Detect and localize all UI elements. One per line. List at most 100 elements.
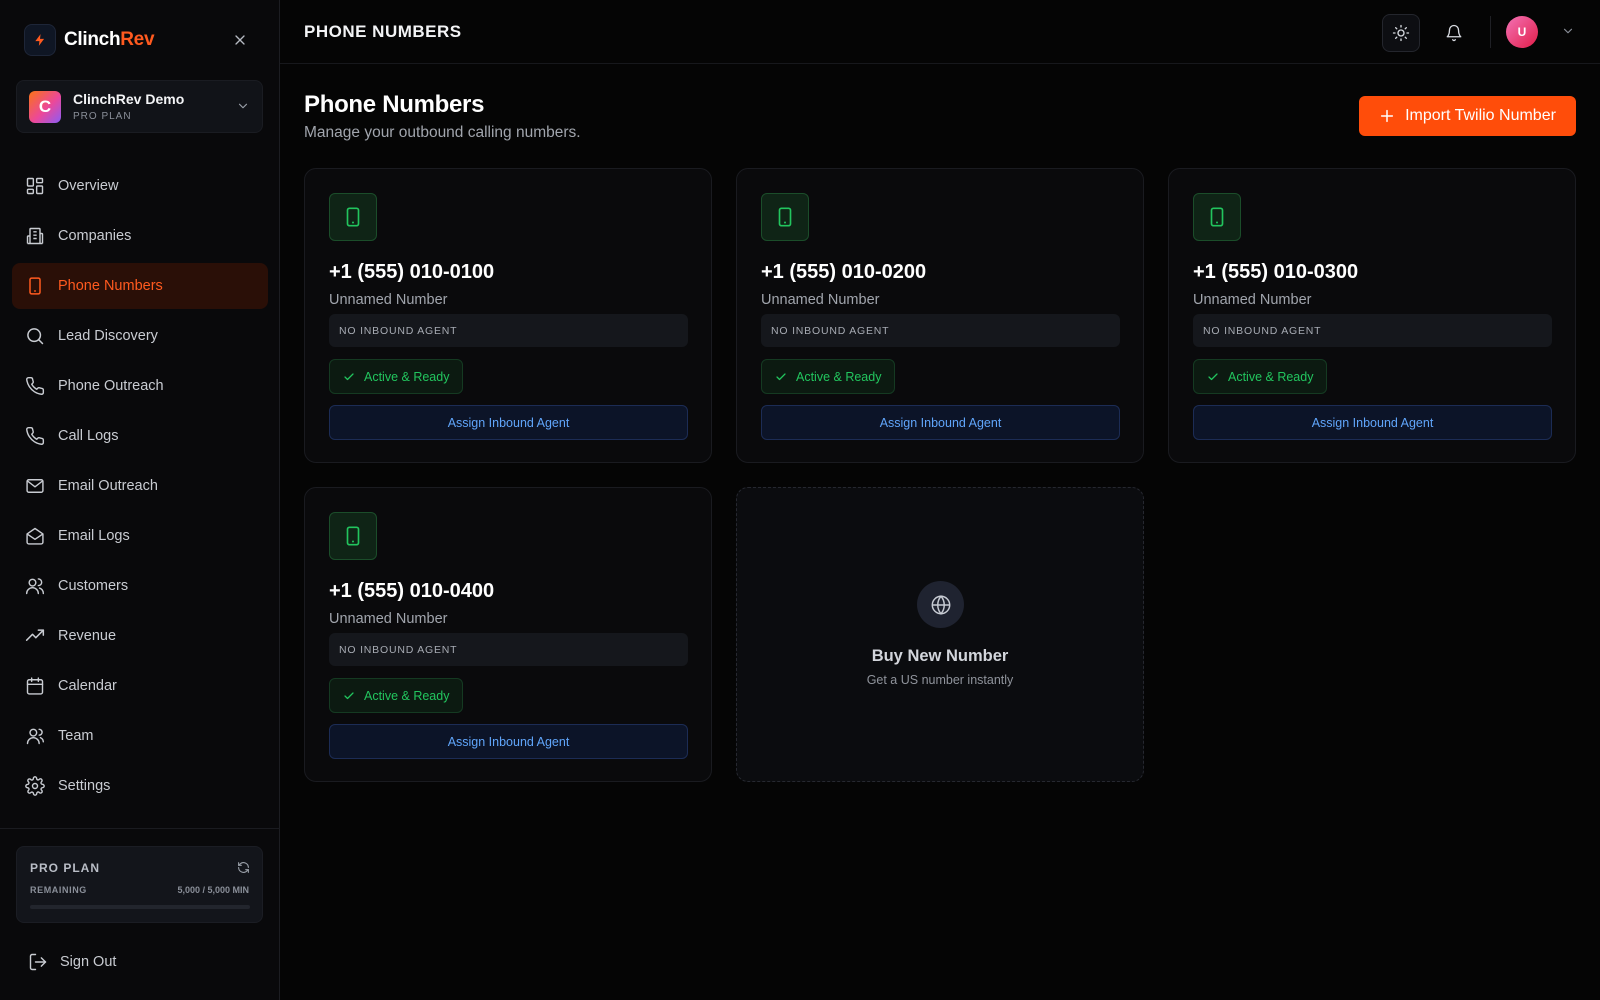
- sidebar-item-label: Settings: [58, 778, 111, 794]
- buy-new-number-title: Buy New Number: [871, 647, 1009, 665]
- sidebar-item-call-logs[interactable]: Call Logs: [12, 413, 268, 459]
- inbound-agent-status: NO INBOUND AGENT: [329, 314, 688, 347]
- sidebar-item-label: Team: [58, 728, 94, 744]
- phone-number-card: +1 (555) 010-0300 Unnamed Number NO INBO…: [1168, 168, 1576, 463]
- sign-out-button[interactable]: Sign Out: [16, 944, 216, 980]
- check-icon: [1207, 371, 1219, 383]
- sidebar-item-label: Phone Numbers: [58, 278, 163, 294]
- page-title: Phone Numbers: [304, 91, 485, 118]
- phone-number-name: Unnamed Number: [1193, 292, 1312, 308]
- sidebar-item-email-outreach[interactable]: Email Outreach: [12, 463, 268, 509]
- sidebar-item-label: Phone Outreach: [58, 378, 164, 394]
- sidebar-item-label: Revenue: [58, 628, 117, 644]
- smartphone-icon: [24, 275, 46, 297]
- globe-icon: [917, 581, 964, 628]
- brand[interactable]: ClinchRev: [24, 24, 155, 56]
- brand-name-part1: Clinch: [64, 29, 121, 50]
- phone-icon: [24, 425, 46, 447]
- sidebar-item-label: Overview: [58, 178, 119, 194]
- header-title: PHONE NUMBERS: [304, 22, 462, 41]
- mail-open-icon: [24, 525, 46, 547]
- status-label: Active & Ready: [796, 369, 882, 384]
- calendar-icon: [24, 675, 46, 697]
- phone-number: +1 (555) 010-0300: [1193, 261, 1359, 283]
- sidebar-item-lead-discovery[interactable]: Lead Discovery: [12, 313, 268, 359]
- search-icon: [24, 325, 46, 347]
- notifications-button[interactable]: [1435, 14, 1473, 52]
- check-icon: [775, 371, 787, 383]
- workspace-avatar: C: [29, 90, 61, 123]
- sidebar-item-calendar[interactable]: Calendar: [12, 663, 268, 709]
- sidebar-item-settings[interactable]: Settings: [12, 763, 268, 809]
- buy-new-number-subtitle: Get a US number instantly: [866, 673, 1014, 687]
- trending-up-icon: [24, 625, 46, 647]
- top-header: PHONE NUMBERS U: [280, 0, 1600, 64]
- close-icon[interactable]: [228, 28, 252, 52]
- sidebar-item-label: Lead Discovery: [58, 328, 158, 344]
- inbound-agent-status: NO INBOUND AGENT: [1193, 314, 1552, 347]
- smartphone-icon: [761, 193, 809, 241]
- status-badge: Active & Ready: [329, 359, 464, 394]
- assign-inbound-agent-button[interactable]: Assign Inbound Agent: [761, 405, 1120, 440]
- phone-number: +1 (555) 010-0400: [329, 580, 495, 602]
- bell-icon: [1445, 24, 1463, 42]
- page-subtitle: Manage your outbound calling numbers.: [304, 124, 581, 141]
- sidebar-item-phone-outreach[interactable]: Phone Outreach: [12, 363, 268, 409]
- sidebar-item-label: Companies: [58, 228, 132, 244]
- sidebar-item-phone-numbers[interactable]: Phone Numbers: [12, 263, 268, 309]
- sidebar-item-overview[interactable]: Overview: [12, 163, 268, 209]
- plan-usage-value: 5,000 / 5,000 MIN: [177, 885, 249, 895]
- status-label: Active & Ready: [364, 369, 450, 384]
- chevron-down-icon[interactable]: [1561, 24, 1575, 38]
- users-icon: [24, 575, 46, 597]
- assign-inbound-agent-button[interactable]: Assign Inbound Agent: [329, 405, 688, 440]
- inbound-agent-status: NO INBOUND AGENT: [329, 633, 688, 666]
- brand-name-part2: Rev: [120, 29, 155, 50]
- team-icon: [24, 725, 46, 747]
- status-badge: Active & Ready: [329, 678, 464, 713]
- assign-inbound-agent-button[interactable]: Assign Inbound Agent: [329, 724, 688, 759]
- user-avatar[interactable]: U: [1506, 16, 1538, 48]
- phone-number-card: +1 (555) 010-0400 Unnamed Number NO INBO…: [304, 487, 712, 782]
- workspace-plan: PRO PLAN: [73, 111, 132, 122]
- workspace-switcher[interactable]: C ClinchRev Demo PRO PLAN: [16, 80, 263, 133]
- sidebar-item-team[interactable]: Team: [12, 713, 268, 759]
- phone-number-card: +1 (555) 010-0100 Unnamed Number NO INBO…: [304, 168, 712, 463]
- status-label: Active & Ready: [364, 688, 450, 703]
- plus-icon: [1379, 108, 1395, 124]
- check-icon: [343, 690, 355, 702]
- phone-number-name: Unnamed Number: [329, 611, 448, 627]
- import-twilio-number-button[interactable]: Import Twilio Number: [1359, 96, 1576, 136]
- status-badge: Active & Ready: [1193, 359, 1328, 394]
- sidebar-item-companies[interactable]: Companies: [12, 213, 268, 259]
- lightning-logo-icon: [24, 24, 56, 56]
- sidebar-item-label: Calendar: [58, 678, 117, 694]
- sidebar-item-revenue[interactable]: Revenue: [12, 613, 268, 659]
- assign-inbound-agent-button[interactable]: Assign Inbound Agent: [1193, 405, 1552, 440]
- smartphone-icon: [329, 512, 377, 560]
- plan-usage-bar: [30, 905, 250, 909]
- sidebar-item-label: Call Logs: [58, 428, 119, 444]
- sidebar-item-email-logs[interactable]: Email Logs: [12, 513, 268, 559]
- sign-out-label: Sign Out: [60, 954, 117, 970]
- check-icon: [343, 371, 355, 383]
- gear-icon: [24, 775, 46, 797]
- smartphone-icon: [329, 193, 377, 241]
- plan-remaining-label: REMAINING: [30, 885, 87, 895]
- status-badge: Active & Ready: [761, 359, 896, 394]
- sidebar: ClinchRev C ClinchRev Demo PRO PLAN Over…: [0, 0, 280, 1000]
- phone-number: +1 (555) 010-0100: [329, 261, 495, 283]
- sidebar-divider: [0, 828, 280, 829]
- phone-number-name: Unnamed Number: [329, 292, 448, 308]
- sidebar-item-customers[interactable]: Customers: [12, 563, 268, 609]
- sun-icon: [1392, 24, 1410, 42]
- header-divider: [1490, 16, 1491, 48]
- buy-new-number-card[interactable]: Buy New Number Get a US number instantly: [736, 487, 1144, 782]
- log-out-icon: [28, 952, 48, 972]
- inbound-agent-status: NO INBOUND AGENT: [761, 314, 1120, 347]
- refresh-icon[interactable]: [237, 861, 250, 874]
- phone-number-name: Unnamed Number: [761, 292, 880, 308]
- building-icon: [24, 225, 46, 247]
- phone-icon: [24, 375, 46, 397]
- theme-toggle-button[interactable]: [1382, 14, 1420, 52]
